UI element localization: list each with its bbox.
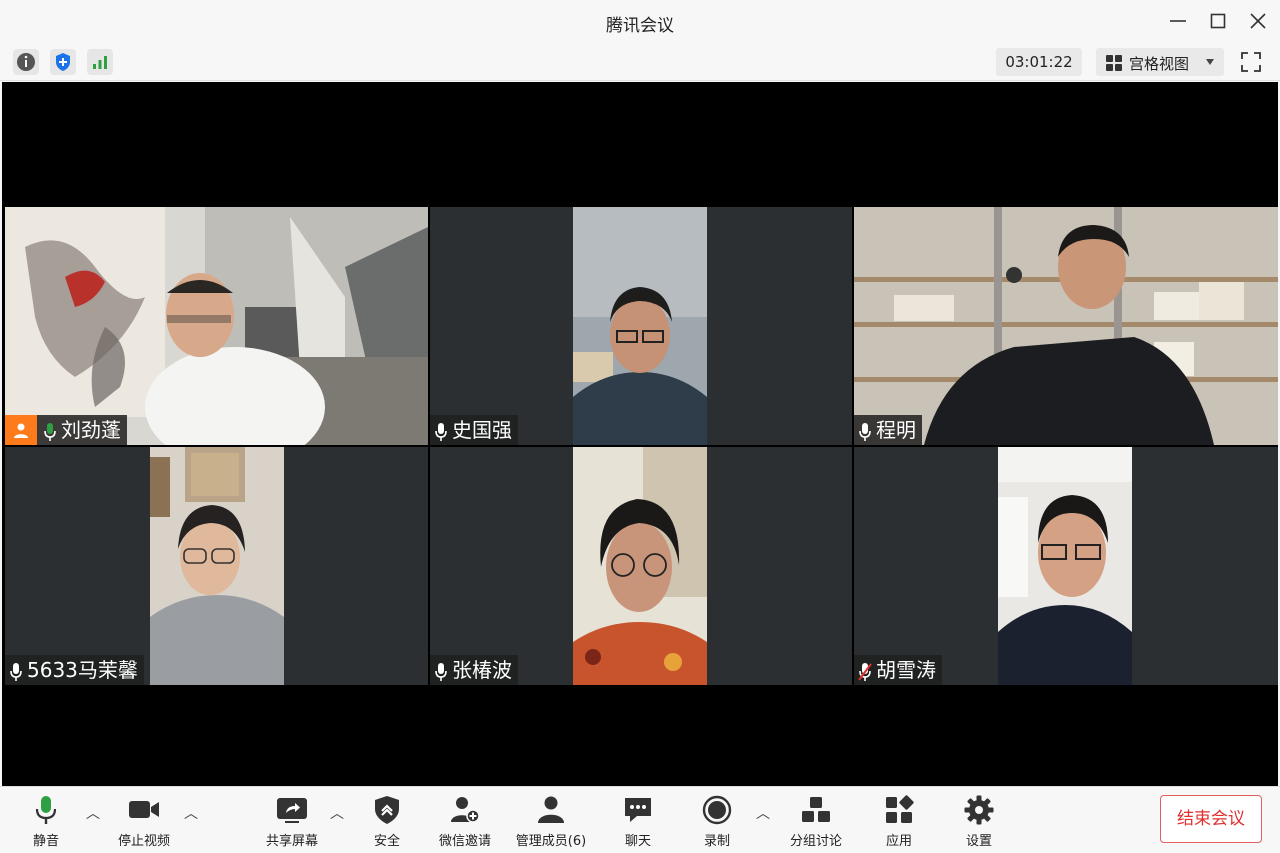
apps-button[interactable]: 应用: [859, 793, 939, 849]
share-screen-button[interactable]: 共享屏幕: [252, 793, 332, 849]
participant-name: 史国强: [452, 418, 512, 442]
breakout-icon: [800, 795, 832, 825]
mic-icon: [858, 420, 872, 441]
record-button[interactable]: 录制: [677, 793, 757, 849]
participant-nametag: 5633马茉馨: [5, 655, 144, 685]
chevron-up-icon[interactable]: ︿: [184, 807, 198, 821]
end-meeting-button[interactable]: 结束会议: [1160, 795, 1262, 843]
mic-icon: [9, 660, 23, 681]
participant-nametag: 刘劲蓬: [5, 415, 127, 445]
meeting-timer: 03:01:22: [996, 48, 1082, 76]
apps-icon: [883, 795, 915, 825]
chevron-up-icon[interactable]: ︿: [756, 807, 770, 821]
record-label: 录制: [703, 834, 730, 849]
mic-muted-icon: [858, 660, 872, 681]
participant-name: 张椿波: [452, 658, 512, 682]
participant-video: [854, 207, 1278, 445]
record-icon: [701, 795, 733, 825]
video-tile[interactable]: 刘劲蓬: [5, 207, 428, 445]
participant-nametag: 胡雪涛: [854, 655, 942, 685]
chevron-down-icon: [1206, 59, 1214, 65]
share-screen-icon: [276, 795, 308, 825]
microphone-icon: [30, 795, 62, 825]
mute-button[interactable]: 静音: [6, 793, 86, 849]
participant-nametag: 程明: [854, 415, 922, 445]
security-label: 安全: [373, 834, 400, 849]
shield-icon: [371, 795, 403, 825]
apps-label: 应用: [885, 834, 912, 849]
participant-video: [573, 447, 707, 685]
participant-video: [150, 447, 284, 685]
participant-video: [573, 207, 707, 445]
mic-icon: [434, 420, 448, 441]
info-icon[interactable]: [13, 49, 39, 75]
chat-label: 聊天: [624, 834, 651, 849]
stop-video-label: 停止视频: [117, 834, 170, 849]
minimize-icon[interactable]: [1168, 11, 1188, 31]
breakout-button[interactable]: 分组讨论: [776, 793, 856, 849]
video-tile[interactable]: 张椿波: [430, 447, 852, 685]
video-tile[interactable]: 5633马茉馨: [5, 447, 428, 685]
close-icon[interactable]: [1248, 11, 1268, 31]
camera-icon: [128, 795, 160, 825]
mic-active-icon: [43, 420, 57, 441]
mute-label: 静音: [32, 834, 59, 849]
wechat-invite-label: 微信邀请: [438, 834, 491, 849]
participant-video: [5, 207, 428, 445]
breakout-label: 分组讨论: [789, 834, 842, 849]
signal-icon[interactable]: [87, 49, 113, 75]
chat-button[interactable]: 聊天: [598, 793, 678, 849]
participant-nametag: 史国强: [430, 415, 518, 445]
settings-button[interactable]: 设置: [939, 793, 1019, 849]
maximize-icon[interactable]: [1208, 11, 1228, 31]
top-toolbar: 03:01:22 宫格视图: [0, 42, 1280, 81]
bottom-toolbar: 静音 ︿ 停止视频 ︿ 共享屏幕 ︿ 安全 微信邀请 管理成员(6) 聊天 录制…: [0, 786, 1280, 853]
grid-view-icon: [1106, 55, 1122, 71]
participant-name: 胡雪涛: [876, 658, 936, 682]
participant-name: 刘劲蓬: [61, 418, 121, 442]
chevron-up-icon[interactable]: ︿: [86, 807, 100, 821]
window-title: 腾讯会议: [606, 16, 674, 36]
participant-video: [998, 447, 1132, 685]
fullscreen-icon[interactable]: [1240, 51, 1262, 73]
share-screen-label: 共享屏幕: [265, 834, 318, 849]
video-tile[interactable]: 胡雪涛: [854, 447, 1278, 685]
participant-nametag: 张椿波: [430, 655, 518, 685]
mic-icon: [434, 660, 448, 681]
title-bar: 腾讯会议: [0, 0, 1280, 42]
video-stage: 刘劲蓬 史国强 程明 5633马茉馨 张椿波 胡雪涛: [2, 82, 1278, 786]
view-mode-label: 宫格视图: [1129, 55, 1190, 73]
manage-members-label: 管理成员(6): [515, 834, 587, 849]
add-user-icon: [449, 795, 481, 825]
video-tile[interactable]: 程明: [854, 207, 1278, 445]
participant-name: 程明: [876, 418, 916, 442]
security-button[interactable]: 安全: [347, 793, 427, 849]
shield-icon[interactable]: [50, 49, 76, 75]
settings-label: 设置: [965, 834, 992, 849]
video-tile[interactable]: 史国强: [430, 207, 852, 445]
chat-icon: [622, 795, 654, 825]
manage-members-button[interactable]: 管理成员(6): [511, 793, 591, 849]
stop-video-button[interactable]: 停止视频: [104, 793, 184, 849]
members-icon: [535, 795, 567, 825]
gear-icon: [963, 795, 995, 825]
host-icon: [5, 415, 37, 445]
chevron-up-icon[interactable]: ︿: [330, 807, 344, 821]
participant-name: 5633马茉馨: [27, 658, 138, 682]
view-mode-button[interactable]: 宫格视图: [1096, 48, 1224, 76]
wechat-invite-button[interactable]: 微信邀请: [425, 793, 505, 849]
